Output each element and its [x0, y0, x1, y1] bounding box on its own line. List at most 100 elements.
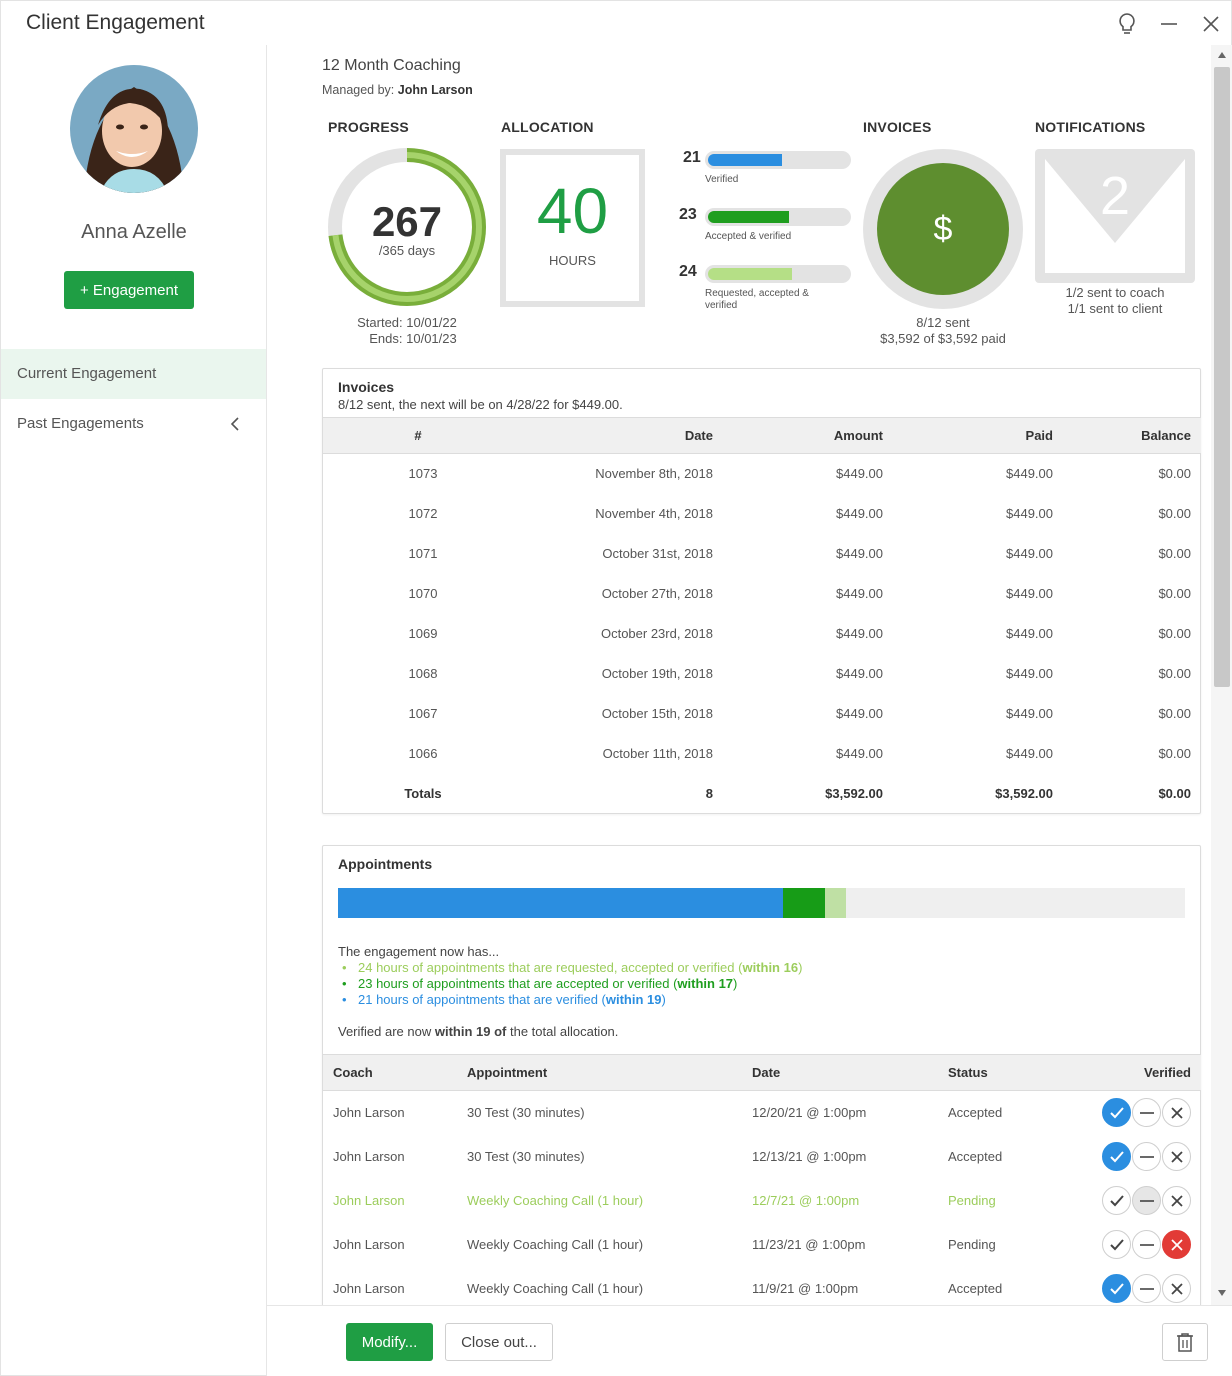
verify-dash-icon[interactable] [1132, 1142, 1161, 1171]
invoice-paid: $449.00 [1006, 706, 1053, 721]
table-row[interactable]: John Larson Weekly Coaching Call (1 hour)… [323, 1179, 1201, 1223]
invoice-balance: $0.00 [1158, 586, 1191, 601]
invoice-amount: $449.00 [836, 466, 883, 482]
table-row[interactable]: John Larson 30 Test (30 minutes) 12/13/21 … [323, 1135, 1201, 1179]
verify-check-icon[interactable] [1102, 1142, 1131, 1171]
scroll-up-icon[interactable] [1217, 51, 1227, 59]
invoices-sent: 8/12 sent [916, 315, 970, 330]
nav-current-engagement[interactable]: Current Engagement [1, 349, 266, 399]
trash-icon[interactable] [1162, 1323, 1208, 1361]
managed-by: Managed by: John Larson [322, 83, 473, 97]
invoice-paid: $449.00 [1006, 746, 1053, 761]
invoices-card-subtitle: 8/12 sent, the next will be on 4/28/22 f… [338, 397, 623, 412]
invoice-date: October 15th, 2018 [601, 706, 713, 721]
invoices-card-title: Invoices [338, 379, 395, 395]
add-engagement-button[interactable]: + Engagement [64, 271, 194, 309]
notifications-box: 2 [1035, 149, 1195, 283]
verify-dash-icon[interactable] [1132, 1230, 1161, 1259]
col-number: # [323, 417, 523, 454]
verify-dash-icon[interactable] [1132, 1186, 1161, 1215]
scrollbar[interactable] [1211, 45, 1232, 1305]
invoice-paid: $449.00 [1006, 546, 1053, 561]
line-bold: within 17 [677, 976, 734, 991]
scroll-down-icon[interactable] [1217, 1289, 1227, 1297]
line-text: 23 hours of appointments that are accept… [358, 976, 678, 991]
verify-check-icon[interactable] [1102, 1186, 1131, 1215]
verify-x-icon[interactable] [1162, 1274, 1191, 1303]
invoice-date: October 11th, 2018 [602, 746, 713, 761]
col-balance: Balance [1063, 417, 1201, 454]
allocation-bar-requested: 24 Requested, accepted & verified [679, 263, 851, 313]
invoice-number: 1067 [408, 706, 438, 721]
verify-x-icon[interactable] [1162, 1098, 1191, 1128]
bar-label: Requested, accepted & verified [705, 288, 809, 311]
verify-check-icon[interactable] [1102, 1230, 1131, 1259]
table-row[interactable]: John Larson Weekly Coaching Call (1 hour)… [323, 1267, 1201, 1306]
appointment-appointment: Weekly Coaching Call (1 hour) [467, 1237, 644, 1252]
allocation-bar-verified: 21 Verified [679, 149, 851, 193]
verify-check-icon[interactable] [1102, 1274, 1131, 1303]
invoice-number: 1066 [408, 746, 438, 761]
appointments-title: Appointments [338, 856, 433, 872]
appointment-coach: John Larson [333, 1193, 405, 1208]
invoices-paid: $3,592 of $3,592 paid [880, 331, 1006, 346]
invoice-balance: $0.00 [1158, 466, 1191, 482]
appointments-summary-list: 24 hours of appointments that are reques… [338, 960, 802, 1008]
table-row[interactable]: 1071 October 31st, 2018 $449.00 $449.00 $0.0… [323, 534, 1201, 574]
nav-past-engagements[interactable]: Past Engagements [1, 399, 266, 449]
modify-button[interactable]: Modify... [346, 1323, 433, 1361]
client-engagement-window: Client Engagement Anna Azelle + Engageme… [0, 0, 1232, 1376]
appointment-status: Accepted [948, 1149, 1003, 1164]
table-row[interactable]: 1073 November 8th, 2018 $449.00 $449.00 $0.0… [323, 454, 1201, 494]
manager-name: John Larson [397, 83, 473, 97]
col-status: Status [938, 1054, 1078, 1091]
table-row[interactable]: 1067 October 15th, 2018 $449.00 $449.00 $0.0… [323, 694, 1201, 734]
footer: Modify... Close out... [267, 1305, 1232, 1376]
close-out-button[interactable]: Close out... [445, 1323, 553, 1361]
table-row[interactable]: 1066 October 11th, 2018 $449.00 $449.00 $0.0… [323, 734, 1201, 774]
invoice-amount: $449.00 [836, 626, 883, 641]
table-row[interactable]: 1072 November 4th, 2018 $449.00 $449.00 $0.0… [323, 494, 1201, 534]
table-row[interactable]: John Larson 30 Test (30 minutes) 12/20/21 … [323, 1091, 1201, 1135]
allocation-hours: 40 [536, 175, 609, 247]
invoice-paid: $449.00 [1006, 666, 1053, 681]
scrollbar-thumb[interactable] [1214, 67, 1230, 687]
appointment-coach: John Larson [333, 1281, 405, 1296]
bar-number: 21 [683, 149, 701, 166]
notifications-coach: 1/2 sent to coach [1065, 285, 1165, 300]
verified-controls [1078, 1223, 1201, 1267]
progress-total-days: /365 days [378, 243, 436, 258]
minimize-icon[interactable] [1156, 11, 1182, 37]
verified-controls [1078, 1267, 1201, 1306]
col-coach: Coach [323, 1054, 457, 1091]
invoice-number: 1070 [408, 586, 438, 601]
verify-check-icon[interactable] [1102, 1098, 1131, 1128]
notifications-client: 1/1 sent to client [1067, 301, 1163, 316]
table-row[interactable]: 1070 October 27th, 2018 $449.00 $449.00 $0.0… [323, 574, 1201, 614]
appointment-date: 12/7/21 @ 1:00pm [752, 1193, 860, 1208]
verify-x-icon[interactable] [1162, 1186, 1191, 1215]
lightbulb-icon[interactable] [1114, 11, 1140, 37]
invoice-number: 1071 [408, 546, 438, 561]
appointments-bar-segment [338, 888, 783, 918]
list-item: 23 hours of appointments that are accept… [338, 976, 802, 992]
verify-dash-icon[interactable] [1132, 1098, 1161, 1128]
managed-prefix: Managed by: [322, 83, 395, 97]
verified-controls [1078, 1179, 1201, 1223]
invoice-balance: $0.00 [1158, 706, 1191, 721]
invoice-amount: $449.00 [836, 546, 883, 561]
invoice-paid: $449.00 [1006, 506, 1053, 521]
line-text: 21 hours of appointments that are verifi… [358, 992, 606, 1007]
table-row[interactable]: 1068 October 19th, 2018 $449.00 $449.00 $0.0… [323, 654, 1201, 694]
col-appt-date: Date [742, 1054, 938, 1091]
table-row[interactable]: John Larson Weekly Coaching Call (1 hour)… [323, 1223, 1201, 1267]
chevron-left-icon[interactable] [230, 399, 240, 449]
verify-x-icon[interactable] [1162, 1230, 1191, 1259]
line-end: ) [798, 960, 803, 975]
close-icon[interactable] [1198, 11, 1224, 37]
verify-x-icon[interactable] [1162, 1142, 1191, 1171]
table-row[interactable]: 1069 October 23rd, 2018 $449.00 $449.00 $0.0… [323, 614, 1201, 654]
bar-label: Accepted & verified [705, 231, 792, 242]
invoice-date: October 23rd, 2018 [600, 626, 713, 641]
verify-dash-icon[interactable] [1132, 1274, 1161, 1303]
